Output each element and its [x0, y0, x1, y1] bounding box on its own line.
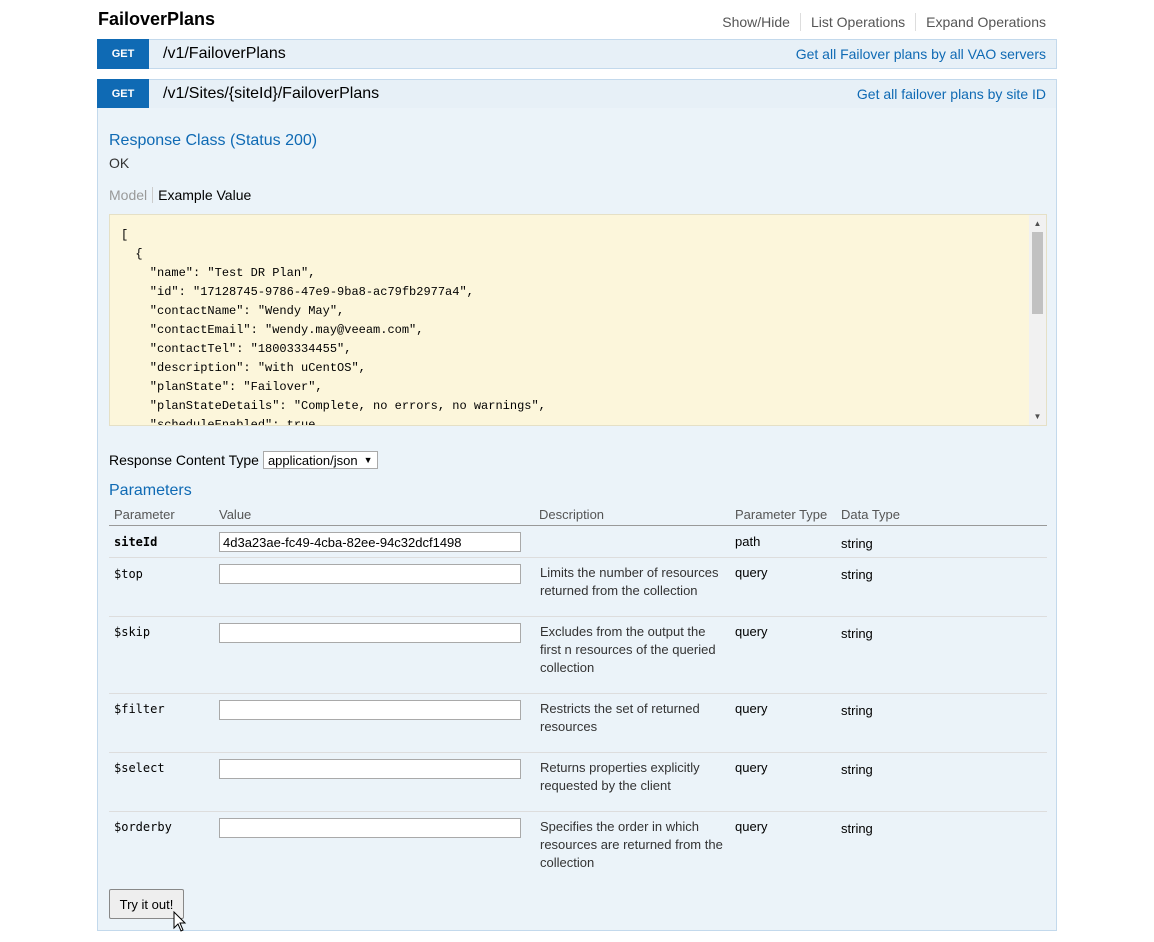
example-json: [ { "name": "Test DR Plan", "id": "17128…: [121, 226, 546, 426]
swagger-page: FailoverPlans Show/Hide List Operations …: [0, 0, 1154, 942]
scroll-up-arrow-icon[interactable]: ▲: [1029, 215, 1046, 232]
skip-input[interactable]: [219, 623, 521, 643]
code-line: "planState": "Failover",: [121, 380, 323, 394]
dropdown-arrow-icon: ▼: [363, 455, 373, 465]
param-name: $top: [114, 567, 143, 581]
table-header: Parameter Value Description Parameter Ty…: [109, 505, 1047, 526]
response-status-text: OK: [109, 155, 130, 171]
select-input[interactable]: [219, 759, 521, 779]
param-name: $skip: [114, 625, 151, 639]
siteid-input[interactable]: [219, 532, 521, 552]
expand-operations-link[interactable]: Expand Operations: [926, 14, 1046, 30]
param-description: Excludes from the output the first n res…: [540, 624, 716, 675]
link-separator: [799, 13, 801, 31]
param-name: $filter: [114, 702, 165, 716]
param-description: Specifies the order in which resources a…: [540, 819, 723, 870]
table-row: siteId path string: [109, 526, 1047, 558]
select-value: application/json: [267, 452, 358, 468]
code-line: "contactTel": "18003334455",: [121, 342, 352, 356]
table-row: $skip Excludes from the output the first…: [109, 617, 1047, 694]
operation-path[interactable]: /v1/Sites/{siteId}/FailoverPlans: [163, 85, 379, 103]
response-content-type-select[interactable]: application/json ▼: [262, 451, 378, 469]
param-name: $orderby: [114, 820, 172, 834]
param-name: $select: [114, 761, 165, 775]
param-type: query: [735, 624, 768, 639]
parameters-table: Parameter Value Description Parameter Ty…: [109, 505, 1047, 882]
list-operations-link[interactable]: List Operations: [811, 14, 905, 30]
data-type: string: [841, 703, 873, 718]
column-header: Data Type: [841, 507, 901, 522]
model-tabs: Model Example Value: [109, 187, 251, 203]
table-row: $select Returns properties explicitly re…: [109, 753, 1047, 812]
param-name: siteId: [114, 535, 158, 549]
scroll-down-arrow-icon[interactable]: ▼: [1029, 408, 1046, 425]
http-method-badge[interactable]: GET: [97, 39, 149, 69]
param-description: Returns properties explicitly requested …: [540, 760, 700, 793]
filter-input[interactable]: [219, 700, 521, 720]
data-type: string: [841, 536, 873, 551]
top-input[interactable]: [219, 564, 521, 584]
code-line: "contactEmail": "wendy.may@veeam.com",: [121, 323, 424, 337]
column-header: Description: [539, 507, 605, 522]
parameters-heading: Parameters: [109, 482, 192, 499]
response-class-heading: Response Class (Status 200): [109, 132, 318, 149]
link-separator: [915, 13, 917, 31]
param-type: path: [735, 534, 761, 549]
resource-links: Show/Hide List Operations Expand Operati…: [722, 13, 1046, 31]
mouse-pointer-icon: [173, 911, 187, 932]
table-row: $filter Restricts the set of returned re…: [109, 694, 1047, 753]
operation-content: Response Class (Status 200) OK Model Exa…: [97, 108, 1057, 931]
code-line: "scheduleEnabled": true,: [121, 418, 323, 426]
data-type: string: [841, 626, 873, 641]
param-type: query: [735, 760, 768, 775]
table-row: $top Limits the number of resources retu…: [109, 558, 1047, 617]
code-line: {: [121, 247, 143, 261]
response-content-type-label: Response Content Type: [109, 452, 259, 468]
orderby-input[interactable]: [219, 818, 521, 838]
column-header: Value: [219, 507, 252, 522]
operation-path[interactable]: /v1/FailoverPlans: [163, 45, 286, 63]
table-row: $orderby Specifies the order in which re…: [109, 812, 1047, 882]
param-description: Restricts the set of returned resources: [540, 701, 700, 734]
operation-summary[interactable]: Get all failover plans by site ID: [857, 86, 1046, 102]
tab-model[interactable]: Model: [109, 187, 154, 203]
data-type: string: [841, 567, 873, 582]
code-line: "description": "with uCentOS",: [121, 361, 366, 375]
code-line: "contactName": "Wendy May",: [121, 304, 345, 318]
scroll-thumb[interactable]: [1032, 232, 1043, 314]
code-scrollbar[interactable]: ▲ ▼: [1029, 215, 1046, 425]
param-type: query: [735, 701, 768, 716]
code-line: "id": "17128745-9786-47e9-9ba8-ac79fb297…: [121, 285, 474, 299]
code-line: [: [121, 228, 129, 242]
resource-title[interactable]: FailoverPlans: [98, 9, 215, 30]
tab-example-value[interactable]: Example Value: [153, 187, 251, 203]
data-type: string: [841, 762, 873, 777]
example-value-box[interactable]: [ { "name": "Test DR Plan", "id": "17128…: [109, 214, 1047, 426]
param-type: query: [735, 819, 768, 834]
column-header: Parameter: [114, 507, 175, 522]
param-type: query: [735, 565, 768, 580]
data-type: string: [841, 821, 873, 836]
operation-get-site-failover-plans[interactable]: GET /v1/Sites/{siteId}/FailoverPlans Get…: [97, 79, 1057, 109]
param-description: Limits the number of resources returned …: [540, 565, 719, 598]
code-line: "planStateDetails": "Complete, no errors…: [121, 399, 546, 413]
column-header: Parameter Type: [735, 507, 828, 522]
operation-summary[interactable]: Get all Failover plans by all VAO server…: [796, 46, 1046, 62]
http-method-badge[interactable]: GET: [97, 79, 149, 109]
code-line: "name": "Test DR Plan",: [121, 266, 316, 280]
response-content-type: Response Content Type application/json ▼: [109, 451, 378, 469]
operation-get-failover-plans[interactable]: GET /v1/FailoverPlans Get all Failover p…: [97, 39, 1057, 69]
resource-header: FailoverPlans Show/Hide List Operations …: [98, 8, 1056, 36]
show-hide-link[interactable]: Show/Hide: [722, 14, 790, 30]
